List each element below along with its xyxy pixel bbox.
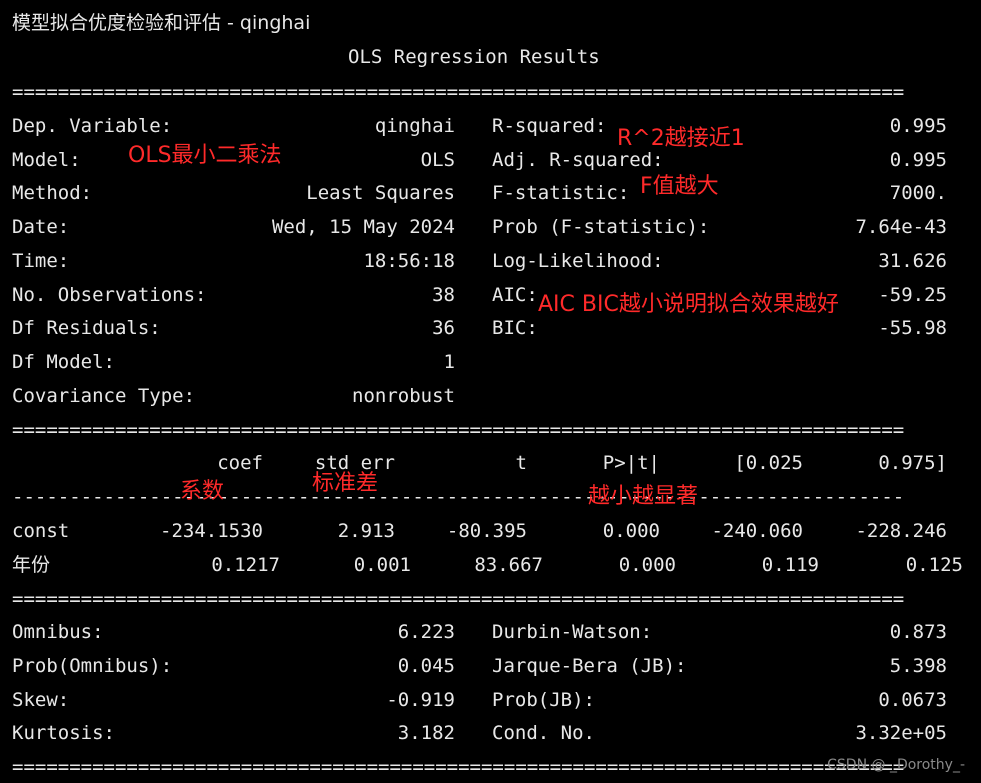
label-prob-jb: Prob(JB): [492, 689, 595, 711]
value-date: Wed, 15 May 2024 [271, 216, 455, 238]
separator-coef-dash: ----------------------------------------… [12, 486, 905, 508]
label-bic: BIC: [492, 317, 538, 339]
value-dep-variable: qinghai [374, 115, 455, 137]
value-prob-jb: 0.0673 [878, 689, 947, 711]
label-kurtosis: Kurtosis: [12, 722, 115, 744]
coef-const-ci-low: -240.060 [711, 520, 803, 542]
label-time: Time: [12, 250, 70, 272]
value-r-squared: 0.995 [889, 115, 947, 137]
separator-coef-top: ========================================… [12, 419, 905, 441]
coef-year-ci-high: 0.125 [905, 554, 963, 576]
annotation-coef: 系数 [180, 479, 225, 504]
value-omnibus: 6.223 [397, 621, 455, 643]
value-adj-r-squared: 0.995 [889, 149, 947, 171]
label-df-model: Df Model: [12, 351, 115, 373]
value-time: 18:56:18 [363, 250, 455, 272]
label-date: Date: [12, 216, 70, 238]
label-cond-no: Cond. No. [492, 722, 595, 744]
header-ci-low: [0.025 [734, 452, 803, 474]
watermark: CSDN @ _Dorothy_- [827, 757, 965, 773]
annotation-std-err: 标准差 [312, 471, 379, 496]
value-kurtosis: 3.182 [397, 722, 455, 744]
separator-top: ========================================… [12, 81, 905, 103]
separator-bottom: ========================================… [12, 756, 905, 778]
annotation-aic-bic: AIC BIC越小说明拟合效果越好 [538, 292, 839, 317]
value-skew: -0.919 [386, 689, 455, 711]
coef-const-t: -80.395 [446, 520, 527, 542]
coef-year-t: 83.667 [474, 554, 543, 576]
results-header: OLS Regression Results [348, 46, 600, 68]
label-model: Model: [12, 149, 81, 171]
value-method: Least Squares [306, 182, 455, 204]
label-covariance-type: Covariance Type: [12, 385, 196, 407]
label-dep-variable: Dep. Variable: [12, 115, 173, 137]
value-jarque-bera: 5.398 [889, 655, 947, 677]
label-r-squared: R-squared: [492, 115, 607, 137]
value-df-residuals: 36 [432, 317, 455, 339]
value-covariance-type: nonrobust [352, 385, 455, 407]
header-coef: coef [217, 452, 263, 474]
label-aic: AIC: [492, 284, 538, 306]
value-prob-f-statistic: 7.64e-43 [855, 216, 947, 238]
coef-const-p: 0.000 [602, 520, 660, 542]
header-p-value: P>|t| [602, 452, 660, 474]
value-durbin-watson: 0.873 [889, 621, 947, 643]
label-prob-f-statistic: Prob (F-statistic): [492, 216, 710, 238]
coef-year-p: 0.000 [618, 554, 676, 576]
label-f-statistic: F-statistic: [492, 182, 630, 204]
header-t: t [515, 452, 527, 474]
coef-const-ci-high: -228.246 [855, 520, 947, 542]
annotation-p-value: 越小越显著 [588, 484, 699, 509]
annotation-r-squared: R^2越接近1 [617, 126, 745, 151]
coef-year-ci-low: 0.119 [761, 554, 819, 576]
label-method: Method: [12, 182, 93, 204]
coef-const-std-err: 2.913 [337, 520, 395, 542]
coef-const-coef: -234.1530 [160, 520, 263, 542]
label-durbin-watson: Durbin-Watson: [492, 621, 653, 643]
label-no-observations: No. Observations: [12, 284, 207, 306]
label-log-likelihood: Log-Likelihood: [492, 250, 664, 272]
header-ci-high: 0.975] [878, 452, 947, 474]
coef-year-coef: 0.1217 [211, 554, 280, 576]
annotation-f-statistic: F值越大 [640, 174, 719, 199]
label-df-residuals: Df Residuals: [12, 317, 161, 339]
label-prob-omnibus: Prob(Omnibus): [12, 655, 173, 677]
label-jarque-bera: Jarque-Bera (JB): [492, 655, 687, 677]
label-omnibus: Omnibus: [12, 621, 104, 643]
value-bic: -55.98 [878, 317, 947, 339]
value-log-likelihood: 31.626 [878, 250, 947, 272]
value-no-observations: 38 [432, 284, 455, 306]
separator-diag-top: ========================================… [12, 588, 905, 610]
output-title: 模型拟合优度检验和评估 - qinghai [12, 12, 311, 34]
value-prob-omnibus: 0.045 [397, 655, 455, 677]
coef-row-name-const: const [12, 520, 70, 542]
value-f-statistic: 7000. [889, 182, 947, 204]
coef-row-name-year: 年份 [12, 554, 51, 576]
value-cond-no: 3.32e+05 [855, 722, 947, 744]
coef-year-std-err: 0.001 [353, 554, 411, 576]
label-skew: Skew: [12, 689, 70, 711]
value-df-model: 1 [443, 351, 455, 373]
annotation-ols: OLS最小二乘法 [128, 143, 282, 168]
